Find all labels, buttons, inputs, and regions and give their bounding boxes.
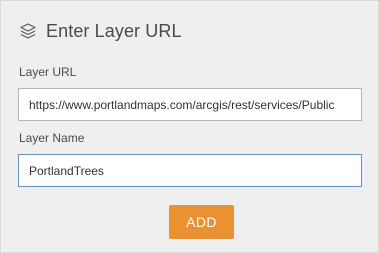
add-button[interactable]: ADD xyxy=(169,205,234,239)
panel-header: Enter Layer URL xyxy=(19,19,182,43)
panel-title: Enter Layer URL xyxy=(46,20,182,41)
enter-layer-url-panel: Enter Layer URL Layer URL Layer Name ADD xyxy=(0,0,379,253)
layers-icon xyxy=(19,22,37,40)
layer-url-label: Layer URL xyxy=(19,65,77,79)
layer-name-input[interactable] xyxy=(18,154,362,187)
layer-name-label: Layer Name xyxy=(19,131,85,145)
layer-url-input[interactable] xyxy=(18,88,362,121)
